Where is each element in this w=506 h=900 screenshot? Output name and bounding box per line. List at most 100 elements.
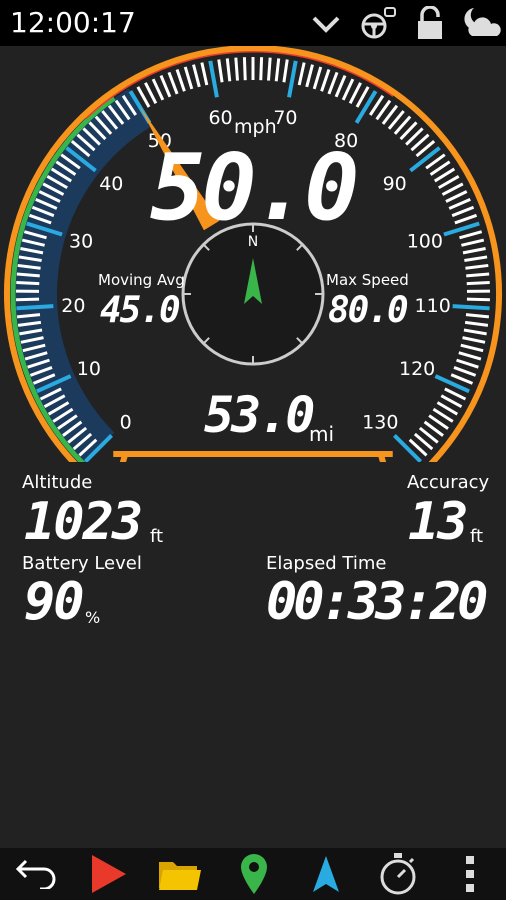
minor-tick <box>225 58 232 82</box>
minor-tick <box>305 64 314 88</box>
back-icon <box>15 859 56 889</box>
minor-tick <box>466 297 490 302</box>
stopwatch-icon <box>380 853 416 895</box>
max-speed-label: Max Speed <box>326 271 409 289</box>
minor-tick <box>217 59 224 83</box>
dial-label: 120 <box>399 358 435 380</box>
major-tick <box>393 434 422 462</box>
altitude-value: 1023 <box>24 492 143 552</box>
back-button[interactable] <box>6 848 66 900</box>
dial-label: 130 <box>362 411 398 433</box>
dial-label: 100 <box>407 230 443 252</box>
minor-tick <box>167 71 179 95</box>
dial-label: 0 <box>120 411 132 433</box>
dial-label: 70 <box>273 107 297 129</box>
more-icon <box>466 856 474 892</box>
minor-tick <box>151 78 165 101</box>
minor-tick <box>463 328 487 336</box>
minor-tick <box>282 59 289 83</box>
speedometer-panel: 0102030405060708090100110120130N mph 50.… <box>0 46 506 462</box>
minor-tick <box>454 213 478 225</box>
minor-tick <box>297 62 306 86</box>
minor-tick <box>448 197 471 210</box>
major-tick <box>452 304 490 311</box>
minor-tick <box>466 272 490 278</box>
map-pin-icon <box>241 854 267 894</box>
minor-tick <box>461 238 485 247</box>
bottom-action-bar <box>0 848 506 900</box>
dial-label: 110 <box>415 295 451 317</box>
minor-tick <box>16 297 40 302</box>
moving-avg-label: Moving Avg <box>98 271 185 289</box>
minor-tick <box>460 343 484 353</box>
minor-tick <box>445 190 468 203</box>
minor-tick <box>464 255 488 263</box>
battery-level-label: Battery Level <box>22 553 142 574</box>
folder-icon <box>159 862 201 890</box>
minor-tick <box>200 62 209 86</box>
minor-tick <box>274 58 281 82</box>
accuracy-label: Accuracy <box>407 472 490 493</box>
minor-tick <box>465 263 489 270</box>
major-tick <box>208 60 219 98</box>
dial-label: 10 <box>77 358 101 380</box>
major-tick <box>287 60 298 98</box>
battery-level-value: 90 <box>24 572 85 632</box>
minor-tick <box>16 272 40 278</box>
odometer-unit: mi <box>309 422 335 446</box>
map-location-button[interactable] <box>224 848 284 900</box>
dial-label: 60 <box>208 107 232 129</box>
odometer-value: 53.0 <box>204 386 315 444</box>
chevron-down-icon[interactable] <box>308 6 344 40</box>
max-speed-value: 80.0 <box>328 290 409 331</box>
minor-tick <box>464 320 489 327</box>
minor-tick <box>462 246 486 255</box>
minor-tick <box>453 366 477 377</box>
minor-tick <box>466 281 490 286</box>
minor-tick <box>465 313 490 319</box>
overflow-menu-button[interactable] <box>440 848 500 900</box>
open-folder-button[interactable] <box>150 848 210 900</box>
minor-tick <box>462 336 486 344</box>
minor-tick <box>459 230 483 240</box>
minor-tick <box>259 57 264 81</box>
navigation-arrow-icon <box>313 856 339 892</box>
elapsed-time-label: Elapsed Time <box>266 553 387 574</box>
dial-label: 40 <box>99 173 123 195</box>
lock-icon <box>418 6 442 39</box>
minor-tick <box>456 358 479 369</box>
major-tick <box>409 146 441 173</box>
steering-wheel-icon <box>361 7 396 39</box>
elapsed-time-value: 00:33:20 <box>266 572 488 632</box>
status-bar: 12:00:17 <box>0 0 506 46</box>
accuracy-unit: ft <box>470 526 484 547</box>
accuracy-value: 13 <box>408 492 469 552</box>
minor-tick <box>334 75 347 98</box>
dial-label: 90 <box>383 173 407 195</box>
major-tick <box>354 90 378 124</box>
speed-readout: 50.0 <box>150 134 360 241</box>
minor-tick <box>183 66 194 90</box>
altitude-unit: ft <box>150 526 164 547</box>
minor-tick <box>192 64 201 88</box>
dial-label: 30 <box>69 230 93 252</box>
minor-tick <box>327 71 339 95</box>
minor-tick <box>267 57 272 81</box>
minor-tick <box>320 69 331 92</box>
minor-tick <box>341 78 355 101</box>
start-button[interactable] <box>78 848 138 900</box>
battery-level-unit: % <box>85 608 101 627</box>
dial-label: 20 <box>61 295 85 317</box>
altitude-label: Altitude <box>22 472 93 493</box>
stopwatch-button[interactable] <box>368 848 428 900</box>
minor-tick <box>159 75 172 98</box>
weather-cloud-moon-icon <box>464 8 501 36</box>
minor-tick <box>234 57 239 81</box>
minor-tick <box>175 69 186 92</box>
minor-tick <box>242 57 247 81</box>
minor-tick <box>450 373 474 385</box>
minor-tick <box>312 66 323 90</box>
navigation-button[interactable] <box>296 848 356 900</box>
major-tick <box>16 304 54 311</box>
status-clock: 12:00:17 <box>10 6 136 39</box>
